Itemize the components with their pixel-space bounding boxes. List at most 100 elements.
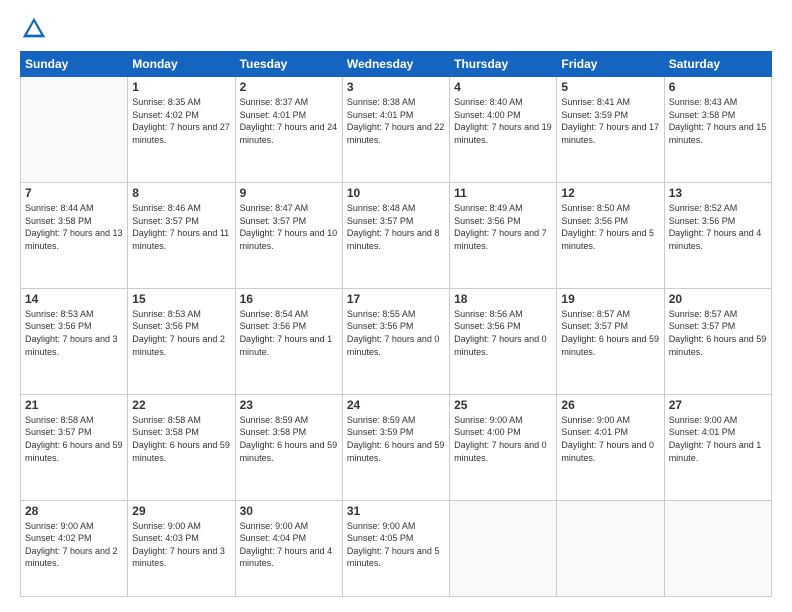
day-number: 15 [132, 292, 230, 306]
calendar-cell: 18 Sunrise: 8:56 AMSunset: 3:56 PMDayligh… [450, 288, 557, 394]
calendar-week-row: 14Sunrise: 8:53 AMSunset: 3:56 PMDayligh… [21, 288, 772, 394]
day-number: 6 [669, 80, 767, 94]
calendar-cell: 7Sunrise: 8:44 AMSunset: 3:58 PMDaylight… [21, 182, 128, 288]
calendar-week-row: 7Sunrise: 8:44 AMSunset: 3:58 PMDaylight… [21, 182, 772, 288]
calendar-cell: 5Sunrise: 8:41 AMSunset: 3:59 PMDaylight… [557, 77, 664, 183]
calendar-cell: 4 Sunrise: 8:40 AMSunset: 4:00 PMDaylight… [450, 77, 557, 183]
calendar-cell: 30 Sunrise: 9:00 AMSunset: 4:04 PMDayligh… [235, 500, 342, 596]
calendar-cell: 11Sunrise: 8:49 AMSunset: 3:56 PMDayligh… [450, 182, 557, 288]
calendar-cell [450, 500, 557, 596]
day-info: Sunrise: 8:46 AMSunset: 3:57 PMDaylight:… [132, 202, 230, 252]
calendar-header-wednesday: Wednesday [342, 52, 449, 77]
calendar-cell: 14Sunrise: 8:53 AMSunset: 3:56 PMDayligh… [21, 288, 128, 394]
day-number: 13 [669, 186, 767, 200]
calendar-cell: 15 Sunrise: 8:53 AMSunset: 3:56 PMDayligh… [128, 288, 235, 394]
day-number: 21 [25, 398, 123, 412]
day-info: Sunrise: 9:00 AMSunset: 4:00 PMDaylight:… [454, 414, 552, 464]
calendar-cell: 23 Sunrise: 8:59 AMSunset: 3:58 PMDayligh… [235, 394, 342, 500]
calendar-week-row: 28 Sunrise: 9:00 AMSunset: 4:02 PMDayligh… [21, 500, 772, 596]
day-info: Sunrise: 8:47 AMSunset: 3:57 PMDaylight:… [240, 202, 338, 252]
day-info: Sunrise: 9:00 AMSunset: 4:02 PMDaylight:… [25, 520, 123, 570]
calendar: SundayMondayTuesdayWednesdayThursdayFrid… [20, 51, 772, 597]
calendar-cell: 9 Sunrise: 8:47 AMSunset: 3:57 PMDaylight… [235, 182, 342, 288]
calendar-header-tuesday: Tuesday [235, 52, 342, 77]
day-info: Sunrise: 8:58 AMSunset: 3:57 PMDaylight:… [25, 414, 123, 464]
calendar-cell: 17 Sunrise: 8:55 AMSunset: 3:56 PMDayligh… [342, 288, 449, 394]
calendar-cell: 13 Sunrise: 8:52 AMSunset: 3:56 PMDayligh… [664, 182, 771, 288]
day-number: 9 [240, 186, 338, 200]
calendar-week-row: 1Sunrise: 8:35 AMSunset: 4:02 PMDaylight… [21, 77, 772, 183]
calendar-cell: 26 Sunrise: 9:00 AMSunset: 4:01 PMDayligh… [557, 394, 664, 500]
day-info: Sunrise: 8:57 AMSunset: 3:57 PMDaylight:… [561, 308, 659, 358]
day-number: 17 [347, 292, 445, 306]
day-info: Sunrise: 8:56 AMSunset: 3:56 PMDaylight:… [454, 308, 552, 358]
day-info: Sunrise: 8:38 AMSunset: 4:01 PMDaylight:… [347, 96, 445, 146]
day-info: Sunrise: 8:44 AMSunset: 3:58 PMDaylight:… [25, 202, 123, 252]
calendar-week-row: 21 Sunrise: 8:58 AMSunset: 3:57 PMDayligh… [21, 394, 772, 500]
day-number: 18 [454, 292, 552, 306]
calendar-cell: 6 Sunrise: 8:43 AMSunset: 3:58 PMDaylight… [664, 77, 771, 183]
day-info: Sunrise: 8:53 AMSunset: 3:56 PMDaylight:… [132, 308, 230, 358]
day-number: 28 [25, 504, 123, 518]
day-number: 25 [454, 398, 552, 412]
header [20, 15, 772, 43]
day-number: 12 [561, 186, 659, 200]
day-info: Sunrise: 9:00 AMSunset: 4:01 PMDaylight:… [561, 414, 659, 464]
day-number: 23 [240, 398, 338, 412]
day-info: Sunrise: 9:00 AMSunset: 4:04 PMDaylight:… [240, 520, 338, 570]
day-info: Sunrise: 8:55 AMSunset: 3:56 PMDaylight:… [347, 308, 445, 358]
day-info: Sunrise: 8:48 AMSunset: 3:57 PMDaylight:… [347, 202, 445, 252]
calendar-cell: 1Sunrise: 8:35 AMSunset: 4:02 PMDaylight… [128, 77, 235, 183]
calendar-cell: 25 Sunrise: 9:00 AMSunset: 4:00 PMDayligh… [450, 394, 557, 500]
day-number: 16 [240, 292, 338, 306]
calendar-cell [664, 500, 771, 596]
day-info: Sunrise: 8:54 AMSunset: 3:56 PMDaylight:… [240, 308, 338, 358]
day-number: 2 [240, 80, 338, 94]
day-number: 30 [240, 504, 338, 518]
day-info: Sunrise: 9:00 AMSunset: 4:05 PMDaylight:… [347, 520, 445, 570]
day-info: Sunrise: 8:37 AMSunset: 4:01 PMDaylight:… [240, 96, 338, 146]
calendar-header-monday: Monday [128, 52, 235, 77]
calendar-cell: 28 Sunrise: 9:00 AMSunset: 4:02 PMDayligh… [21, 500, 128, 596]
day-info: Sunrise: 8:43 AMSunset: 3:58 PMDaylight:… [669, 96, 767, 146]
calendar-cell: 24Sunrise: 8:59 AMSunset: 3:59 PMDayligh… [342, 394, 449, 500]
day-number: 10 [347, 186, 445, 200]
day-info: Sunrise: 8:50 AMSunset: 3:56 PMDaylight:… [561, 202, 659, 252]
day-number: 29 [132, 504, 230, 518]
day-info: Sunrise: 8:41 AMSunset: 3:59 PMDaylight:… [561, 96, 659, 146]
calendar-header-thursday: Thursday [450, 52, 557, 77]
day-number: 8 [132, 186, 230, 200]
calendar-cell: 20 Sunrise: 8:57 AMSunset: 3:57 PMDayligh… [664, 288, 771, 394]
calendar-cell [557, 500, 664, 596]
day-info: Sunrise: 9:00 AMSunset: 4:01 PMDaylight:… [669, 414, 767, 464]
day-info: Sunrise: 8:52 AMSunset: 3:56 PMDaylight:… [669, 202, 767, 252]
logo-icon [20, 15, 48, 43]
day-number: 22 [132, 398, 230, 412]
day-number: 4 [454, 80, 552, 94]
calendar-cell: 8 Sunrise: 8:46 AMSunset: 3:57 PMDaylight… [128, 182, 235, 288]
day-number: 19 [561, 292, 659, 306]
calendar-cell: 31 Sunrise: 9:00 AMSunset: 4:05 PMDayligh… [342, 500, 449, 596]
calendar-cell: 16 Sunrise: 8:54 AMSunset: 3:56 PMDayligh… [235, 288, 342, 394]
calendar-header-saturday: Saturday [664, 52, 771, 77]
calendar-header-friday: Friday [557, 52, 664, 77]
day-info: Sunrise: 8:57 AMSunset: 3:57 PMDaylight:… [669, 308, 767, 358]
calendar-cell: 19 Sunrise: 8:57 AMSunset: 3:57 PMDayligh… [557, 288, 664, 394]
page: SundayMondayTuesdayWednesdayThursdayFrid… [0, 0, 792, 612]
logo [20, 15, 52, 43]
calendar-cell: 10 Sunrise: 8:48 AMSunset: 3:57 PMDayligh… [342, 182, 449, 288]
calendar-header-row: SundayMondayTuesdayWednesdayThursdayFrid… [21, 52, 772, 77]
day-number: 20 [669, 292, 767, 306]
day-number: 3 [347, 80, 445, 94]
calendar-cell: 29Sunrise: 9:00 AMSunset: 4:03 PMDayligh… [128, 500, 235, 596]
calendar-cell: 3 Sunrise: 8:38 AMSunset: 4:01 PMDaylight… [342, 77, 449, 183]
day-number: 31 [347, 504, 445, 518]
day-number: 26 [561, 398, 659, 412]
day-info: Sunrise: 8:59 AMSunset: 3:58 PMDaylight:… [240, 414, 338, 464]
day-number: 27 [669, 398, 767, 412]
day-info: Sunrise: 8:40 AMSunset: 4:00 PMDaylight:… [454, 96, 552, 146]
calendar-cell: 12 Sunrise: 8:50 AMSunset: 3:56 PMDayligh… [557, 182, 664, 288]
calendar-header-sunday: Sunday [21, 52, 128, 77]
day-info: Sunrise: 8:35 AMSunset: 4:02 PMDaylight:… [132, 96, 230, 146]
day-info: Sunrise: 8:59 AMSunset: 3:59 PMDaylight:… [347, 414, 445, 464]
